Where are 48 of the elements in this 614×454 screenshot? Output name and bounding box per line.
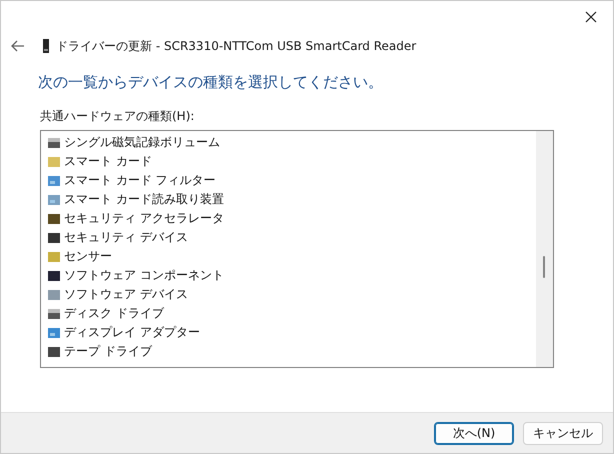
list-item[interactable]: ソフトウェア デバイス — [47, 285, 190, 304]
device-icon — [47, 268, 61, 282]
list-item[interactable]: ディスク ドライブ — [47, 304, 166, 323]
device-icon — [47, 288, 61, 302]
item-label: セキュリティ アクセラレータ — [64, 210, 224, 227]
item-label: ソフトウェア コンポーネント — [64, 267, 224, 284]
window-title: ドライバーの更新 - SCR3310-NTTCom USB SmartCard Reader — [56, 38, 416, 54]
close-button[interactable] — [583, 9, 599, 25]
list-item[interactable]: セキュリティ アクセラレータ — [47, 209, 226, 228]
device-icon — [47, 154, 61, 168]
scrollbar-thumb[interactable] — [543, 256, 545, 278]
list-item[interactable]: センサー — [47, 247, 114, 266]
device-icon — [47, 306, 61, 320]
list-item[interactable]: テープ ドライブ — [47, 342, 154, 361]
item-label: シングル磁気記録ボリューム — [64, 134, 220, 151]
device-icon — [47, 174, 61, 188]
item-label: スマート カード読み取り装置 — [64, 191, 224, 208]
device-icon — [47, 250, 61, 264]
next-button[interactable]: 次へ(N) — [434, 422, 514, 444]
back-arrow-icon — [10, 38, 26, 54]
device-icon — [47, 326, 61, 340]
list-label: 共通ハードウェアの種類(H): — [40, 108, 196, 124]
device-icon — [47, 212, 61, 226]
cancel-button[interactable]: キャンセル — [523, 422, 603, 444]
list-item[interactable]: セキュリティ デバイス — [47, 228, 190, 247]
instruction-heading: 次の一覧からデバイスの種類を選択してください。 — [38, 73, 384, 93]
close-icon — [585, 11, 597, 23]
device-icon — [47, 344, 61, 358]
item-label: スマート カード フィルター — [64, 172, 216, 189]
scrollbar-track[interactable] — [536, 131, 553, 367]
item-label: ディスプレイ アダプター — [64, 324, 200, 341]
list-item[interactable]: スマート カード — [47, 152, 154, 171]
item-label: スマート カード — [64, 153, 152, 170]
device-icon — [47, 230, 61, 244]
back-button[interactable] — [10, 38, 26, 54]
item-label: セキュリティ デバイス — [64, 229, 188, 246]
device-icon — [42, 39, 50, 53]
device-icon — [47, 192, 61, 206]
list-item[interactable]: ソフトウェア コンポーネント — [47, 266, 226, 285]
device-icon — [47, 136, 61, 150]
item-label: ソフトウェア デバイス — [64, 286, 188, 303]
list-item[interactable]: ディスプレイ アダプター — [47, 323, 202, 342]
list-item[interactable]: スマート カード フィルター — [47, 171, 218, 190]
list-item[interactable]: シングル磁気記録ボリューム — [47, 133, 222, 152]
item-label: ディスク ドライブ — [64, 305, 164, 322]
list-item[interactable]: スマート カード読み取り装置 — [47, 190, 226, 209]
item-label: センサー — [64, 248, 112, 265]
item-label: テープ ドライブ — [64, 343, 152, 360]
